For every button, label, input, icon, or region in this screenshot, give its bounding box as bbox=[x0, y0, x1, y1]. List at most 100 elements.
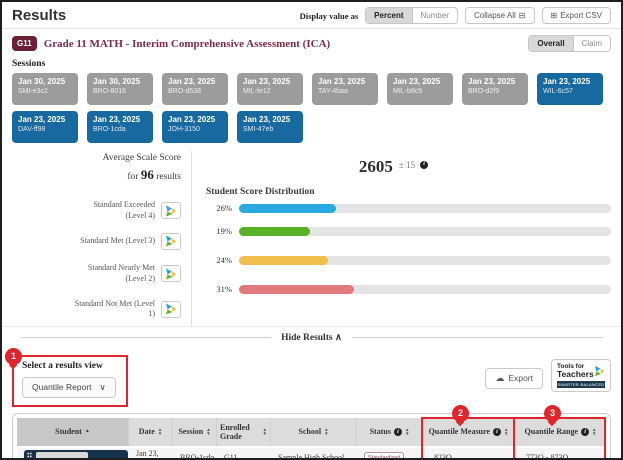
bar-value-label: 19% bbox=[206, 226, 232, 236]
results-page: Results Display value as Percent Number … bbox=[0, 0, 623, 460]
column-header-date[interactable]: Date▲▼ bbox=[129, 418, 173, 446]
distribution-bar-level2: 24% bbox=[206, 255, 611, 265]
sessions-section: Sessions Jan 30, 2025SMI-e3c2 Jan 30, 20… bbox=[2, 57, 621, 143]
cloud-download-icon: ☁ bbox=[495, 373, 504, 384]
page-title: Results bbox=[12, 7, 66, 24]
session-tile[interactable]: Jan 23, 2025BRO-d2f9 bbox=[462, 73, 528, 105]
tools-for-teachers-icon bbox=[165, 268, 177, 280]
session-tile-selected[interactable]: Jan 23, 2025BRO-1cda bbox=[87, 111, 153, 143]
bar-track bbox=[239, 285, 611, 294]
level-3-label: Standard Met (Level 3) bbox=[80, 236, 155, 246]
tools-for-teachers-logo[interactable]: Tools for Teachers SMARTER BALANCED bbox=[551, 359, 611, 392]
annotation-badge-2: 2 bbox=[452, 405, 469, 422]
display-value-as-label: Display value as bbox=[300, 11, 359, 21]
info-icon[interactable]: i bbox=[581, 428, 589, 436]
export-button[interactable]: ☁ Export bbox=[485, 368, 543, 389]
export-csv-button[interactable]: ⊞ Export CSV bbox=[542, 7, 612, 24]
results-view-dropdown[interactable]: Quantile Report ∨ bbox=[22, 377, 116, 398]
sort-icon: ▲▼ bbox=[405, 428, 409, 435]
session-tile-selected[interactable]: Jan 23, 2025SMI-47eb bbox=[237, 111, 303, 143]
redaction-box bbox=[36, 452, 88, 460]
bar-fill-level1 bbox=[239, 285, 354, 294]
column-header-quantile-measure[interactable]: Quantile Measurei▲▼ bbox=[423, 418, 515, 446]
table-toolbar: ☁ Export Tools for Teachers SMARTER BALA… bbox=[485, 359, 611, 392]
cell-quantile-measure: 823Q bbox=[426, 453, 518, 460]
bar-value-label: 26% bbox=[206, 203, 232, 213]
bar-value-label: 31% bbox=[206, 284, 232, 294]
results-count: 96 bbox=[141, 167, 154, 182]
annotation-badge-3: 3 bbox=[544, 405, 561, 422]
quantile-report-table: 2 3 Student▲ Date▲▼ Session▲▼ Enrolled G… bbox=[12, 413, 611, 460]
column-header-student[interactable]: Student▲ bbox=[17, 418, 129, 446]
number-button[interactable]: Number bbox=[412, 8, 457, 23]
session-tile-selected[interactable]: Jan 23, 2025DAV-ff98 bbox=[12, 111, 78, 143]
top-bar: Results Display value as Percent Number … bbox=[2, 2, 621, 29]
session-tile[interactable]: Jan 23, 2025MIL-b8c5 bbox=[387, 73, 453, 105]
column-header-school[interactable]: School▲▼ bbox=[271, 418, 357, 446]
session-tile[interactable]: Jan 23, 2025TAY-4baa bbox=[312, 73, 378, 105]
column-header-session[interactable]: Session▲▼ bbox=[173, 418, 217, 446]
bar-value-label: 24% bbox=[206, 255, 232, 265]
display-value-toggle: Percent Number bbox=[365, 7, 458, 24]
tools-for-teachers-icon bbox=[165, 205, 177, 217]
percent-button[interactable]: Percent bbox=[366, 8, 411, 23]
table-row: Jan 23, 2025 BRO-1cda G11 Sample High Sc… bbox=[17, 446, 606, 460]
chevron-up-icon: ∧ bbox=[335, 333, 342, 343]
overall-tab[interactable]: Overall bbox=[529, 36, 572, 51]
bar-track bbox=[239, 227, 611, 236]
column-header-status[interactable]: Statusi▲▼ bbox=[357, 418, 423, 446]
distribution-bar-level1: 31% bbox=[206, 284, 611, 294]
tools-for-teachers-icon bbox=[165, 303, 177, 315]
info-icon[interactable]: i bbox=[493, 428, 501, 436]
tools-for-teachers-button[interactable] bbox=[161, 265, 181, 282]
assessment-title: Grade 11 MATH - Interim Comprehensive As… bbox=[44, 38, 330, 50]
sort-icon: ▲▼ bbox=[592, 428, 596, 435]
session-tile-selected[interactable]: Jan 23, 2025WIL-6c57 bbox=[537, 73, 603, 105]
collapse-all-icon: ⊟ bbox=[519, 11, 526, 20]
session-tile-selected[interactable]: Jan 23, 2025JOH-3150 bbox=[162, 111, 228, 143]
level-3-row: Standard Met (Level 3) bbox=[12, 229, 181, 254]
distribution-bar-level4: 26% bbox=[206, 203, 611, 213]
bar-track bbox=[239, 204, 611, 213]
session-tile[interactable]: Jan 30, 2025SMI-e3c2 bbox=[12, 73, 78, 105]
level-4-label: Standard Exceeded(Level 4) bbox=[93, 200, 155, 221]
score-distribution-panel: 2605 ± 15 i Student Score Distribution 2… bbox=[192, 151, 611, 326]
annotation-box-1: 1 Select a results view Quantile Report … bbox=[12, 355, 128, 407]
collapse-all-button[interactable]: Collapse All ⊟ bbox=[465, 7, 535, 24]
sort-icon: ▲▼ bbox=[263, 428, 267, 435]
hide-results-toggle[interactable]: Hide Results ∧ bbox=[2, 327, 621, 347]
session-tile[interactable]: Jan 23, 2025BRO-d538 bbox=[162, 73, 228, 105]
overall-claim-toggle: Overall Claim bbox=[528, 35, 611, 52]
average-scale-score-value: 2605 bbox=[359, 157, 393, 176]
session-tile[interactable]: Jan 23, 2025MIL-fe12 bbox=[237, 73, 303, 105]
cell-date: Jan 23, 2025 bbox=[132, 449, 176, 460]
sort-icon: ▲▼ bbox=[158, 428, 162, 435]
info-icon[interactable]: i bbox=[420, 161, 428, 169]
column-header-quantile-range[interactable]: Quantile Rangei▲▼ bbox=[515, 418, 606, 446]
results-summary: Average Scale Score for 96 results Stand… bbox=[2, 143, 621, 327]
tools-for-teachers-button[interactable] bbox=[161, 301, 181, 318]
grade-badge: G11 bbox=[12, 36, 37, 51]
bar-track bbox=[239, 256, 611, 265]
info-icon[interactable]: i bbox=[394, 428, 402, 436]
table-grid-icon: ⊞ bbox=[551, 11, 558, 20]
tools-for-teachers-button[interactable] bbox=[161, 202, 181, 219]
distribution-bar-level3: 19% bbox=[206, 226, 611, 236]
tools-for-teachers-button[interactable] bbox=[161, 233, 181, 250]
column-header-enrolled-grade[interactable]: Enrolled Grade▲▼ bbox=[217, 418, 271, 446]
annotation-badge-1: 1 bbox=[5, 348, 22, 365]
student-name-redacted[interactable] bbox=[24, 450, 128, 460]
level-4-row: Standard Exceeded(Level 4) bbox=[12, 195, 181, 227]
cell-grade: G11 bbox=[220, 453, 274, 460]
smarter-balanced-label: SMARTER BALANCED bbox=[557, 381, 605, 388]
bar-fill-level3 bbox=[239, 227, 310, 236]
sort-icon: ▲▼ bbox=[324, 428, 328, 435]
sort-icon: ▲▼ bbox=[206, 428, 210, 435]
tools-for-teachers-icon bbox=[594, 363, 605, 379]
claim-tab[interactable]: Claim bbox=[573, 36, 610, 51]
level-1-row: Standard Not Met (Level1) bbox=[12, 293, 181, 326]
sort-icon: ▲▼ bbox=[504, 428, 508, 435]
level-2-row: Standard Nearly Met(Level 2) bbox=[12, 257, 181, 291]
session-tile[interactable]: Jan 30, 2025BRO-8016 bbox=[87, 73, 153, 105]
average-score-line: 2605 ± 15 i bbox=[206, 157, 581, 177]
